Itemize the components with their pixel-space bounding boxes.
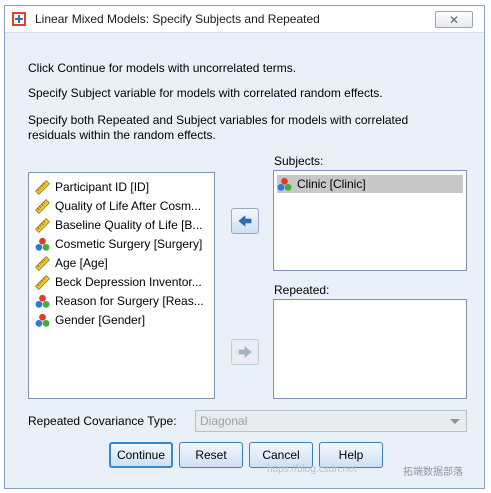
variable-item-label: Age [Age]	[55, 256, 108, 270]
repeated-list[interactable]	[273, 299, 467, 399]
subjects-list[interactable]: Clinic [Clinic]	[273, 170, 467, 271]
ruler-icon	[35, 255, 50, 271]
variable-item[interactable]: Reason for Surgery [Reas...	[35, 292, 204, 310]
ruler-icon	[35, 198, 50, 214]
variable-item[interactable]: Participant ID [ID]	[35, 178, 149, 196]
variable-item-label: Quality of Life After Cosm...	[55, 199, 202, 213]
subjects-label: Subjects:	[274, 154, 324, 168]
nominal-icon	[35, 294, 50, 308]
variable-item-label: Reason for Surgery [Reas...	[55, 294, 204, 308]
covariance-label: Repeated Covariance Type:	[28, 414, 177, 428]
variable-list[interactable]: Participant ID [ID] Quality of Life After…	[28, 172, 215, 399]
subjects-item[interactable]: Clinic [Clinic]	[277, 175, 463, 193]
variable-item[interactable]: Cosmetic Surgery [Surgery]	[35, 235, 202, 253]
nominal-icon	[277, 177, 292, 191]
covariance-type-select[interactable]: Diagonal	[195, 410, 467, 432]
instruction-line: Specify both Repeated and Subject variab…	[28, 113, 409, 127]
variable-item[interactable]: Baseline Quality of Life [B...	[35, 216, 202, 234]
chevron-down-icon	[450, 419, 460, 424]
variable-item[interactable]: Beck Depression Inventor...	[35, 273, 202, 291]
variable-item-label: Cosmetic Surgery [Surgery]	[55, 237, 203, 251]
variable-item-label: Participant ID [ID]	[55, 180, 150, 194]
ruler-icon	[35, 179, 50, 195]
app-icon	[12, 12, 26, 26]
variable-item-label: Gender [Gender]	[55, 313, 146, 327]
variable-item[interactable]: Age [Age]	[35, 254, 108, 272]
watermark-url: https://blog.csdn.net	[267, 464, 357, 475]
window-title: Linear Mixed Models: Specify Subjects an…	[35, 12, 320, 26]
nominal-icon	[35, 313, 50, 327]
ruler-icon	[35, 274, 50, 290]
reset-button[interactable]: Reset	[179, 442, 243, 468]
instruction-line: Click Continue for models with uncorrela…	[28, 61, 297, 75]
dialog-window: Linear Mixed Models: Specify Subjects an…	[4, 5, 485, 489]
repeated-label: Repeated:	[274, 283, 330, 297]
arrow-left-icon	[238, 215, 252, 227]
instruction-line: residuals within the random effects.	[28, 128, 216, 142]
instruction-line: Specify Subject variable for models with…	[28, 86, 383, 100]
variable-item[interactable]: Quality of Life After Cosm...	[35, 197, 201, 215]
nominal-icon	[35, 237, 50, 251]
close-button[interactable]: ✕	[435, 11, 473, 28]
variable-item-label: Baseline Quality of Life [B...	[55, 218, 203, 232]
arrow-right-icon	[238, 346, 252, 358]
ruler-icon	[35, 217, 50, 233]
watermark-text: 拓端数据部落	[403, 467, 463, 478]
continue-button[interactable]: Continue	[109, 442, 173, 468]
covariance-value: Diagonal	[200, 414, 248, 428]
variable-item[interactable]: Gender [Gender]	[35, 311, 145, 329]
title-bar: Linear Mixed Models: Specify Subjects an…	[5, 6, 484, 33]
variable-item-label: Beck Depression Inventor...	[55, 275, 202, 289]
move-to-subjects-button[interactable]	[231, 208, 259, 234]
subjects-item-label: Clinic [Clinic]	[297, 177, 366, 191]
move-to-repeated-button[interactable]	[231, 339, 259, 365]
